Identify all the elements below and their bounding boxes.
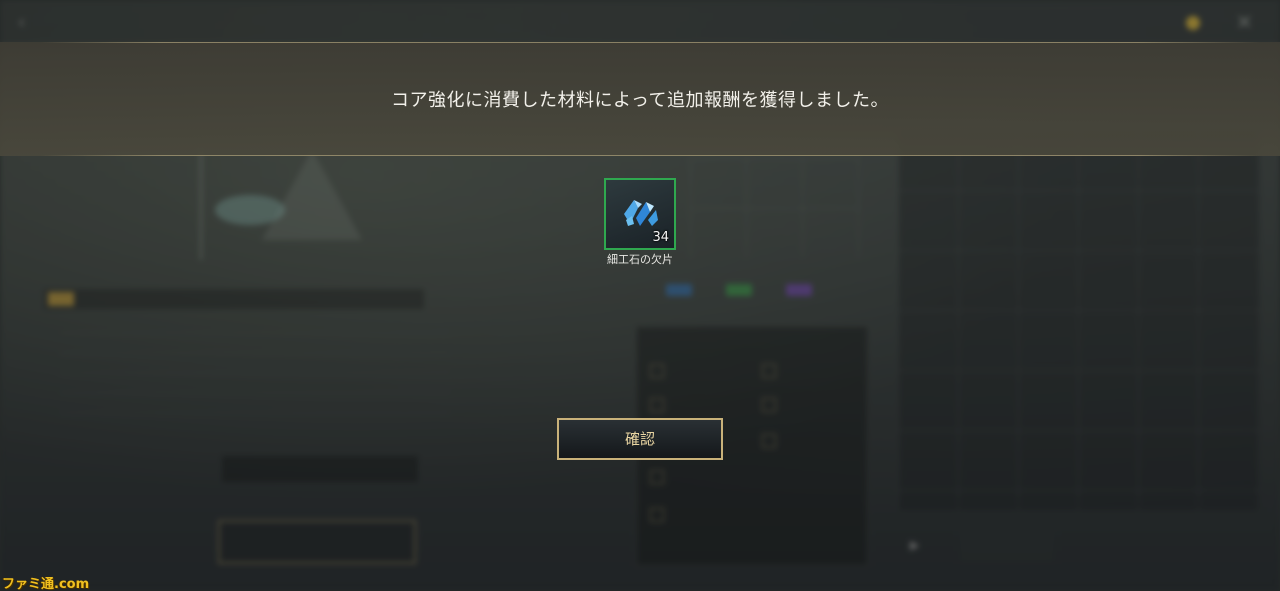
reward-count: 34 [652,230,669,245]
site-watermark: ファミ通.com [2,577,90,591]
reward-item-name: 細工石の欠片 [607,253,673,266]
reward-message: コア強化に消費した材料によって追加報酬を獲得しました。 [390,90,890,111]
confirm-button[interactable]: 確認 [557,418,723,460]
reward-item-slot[interactable]: 34 [604,178,676,250]
reward-message-banner: コア強化に消費した材料によって追加報酬を獲得しました。 [0,42,1280,156]
blue-gem-shards-icon [624,200,658,226]
